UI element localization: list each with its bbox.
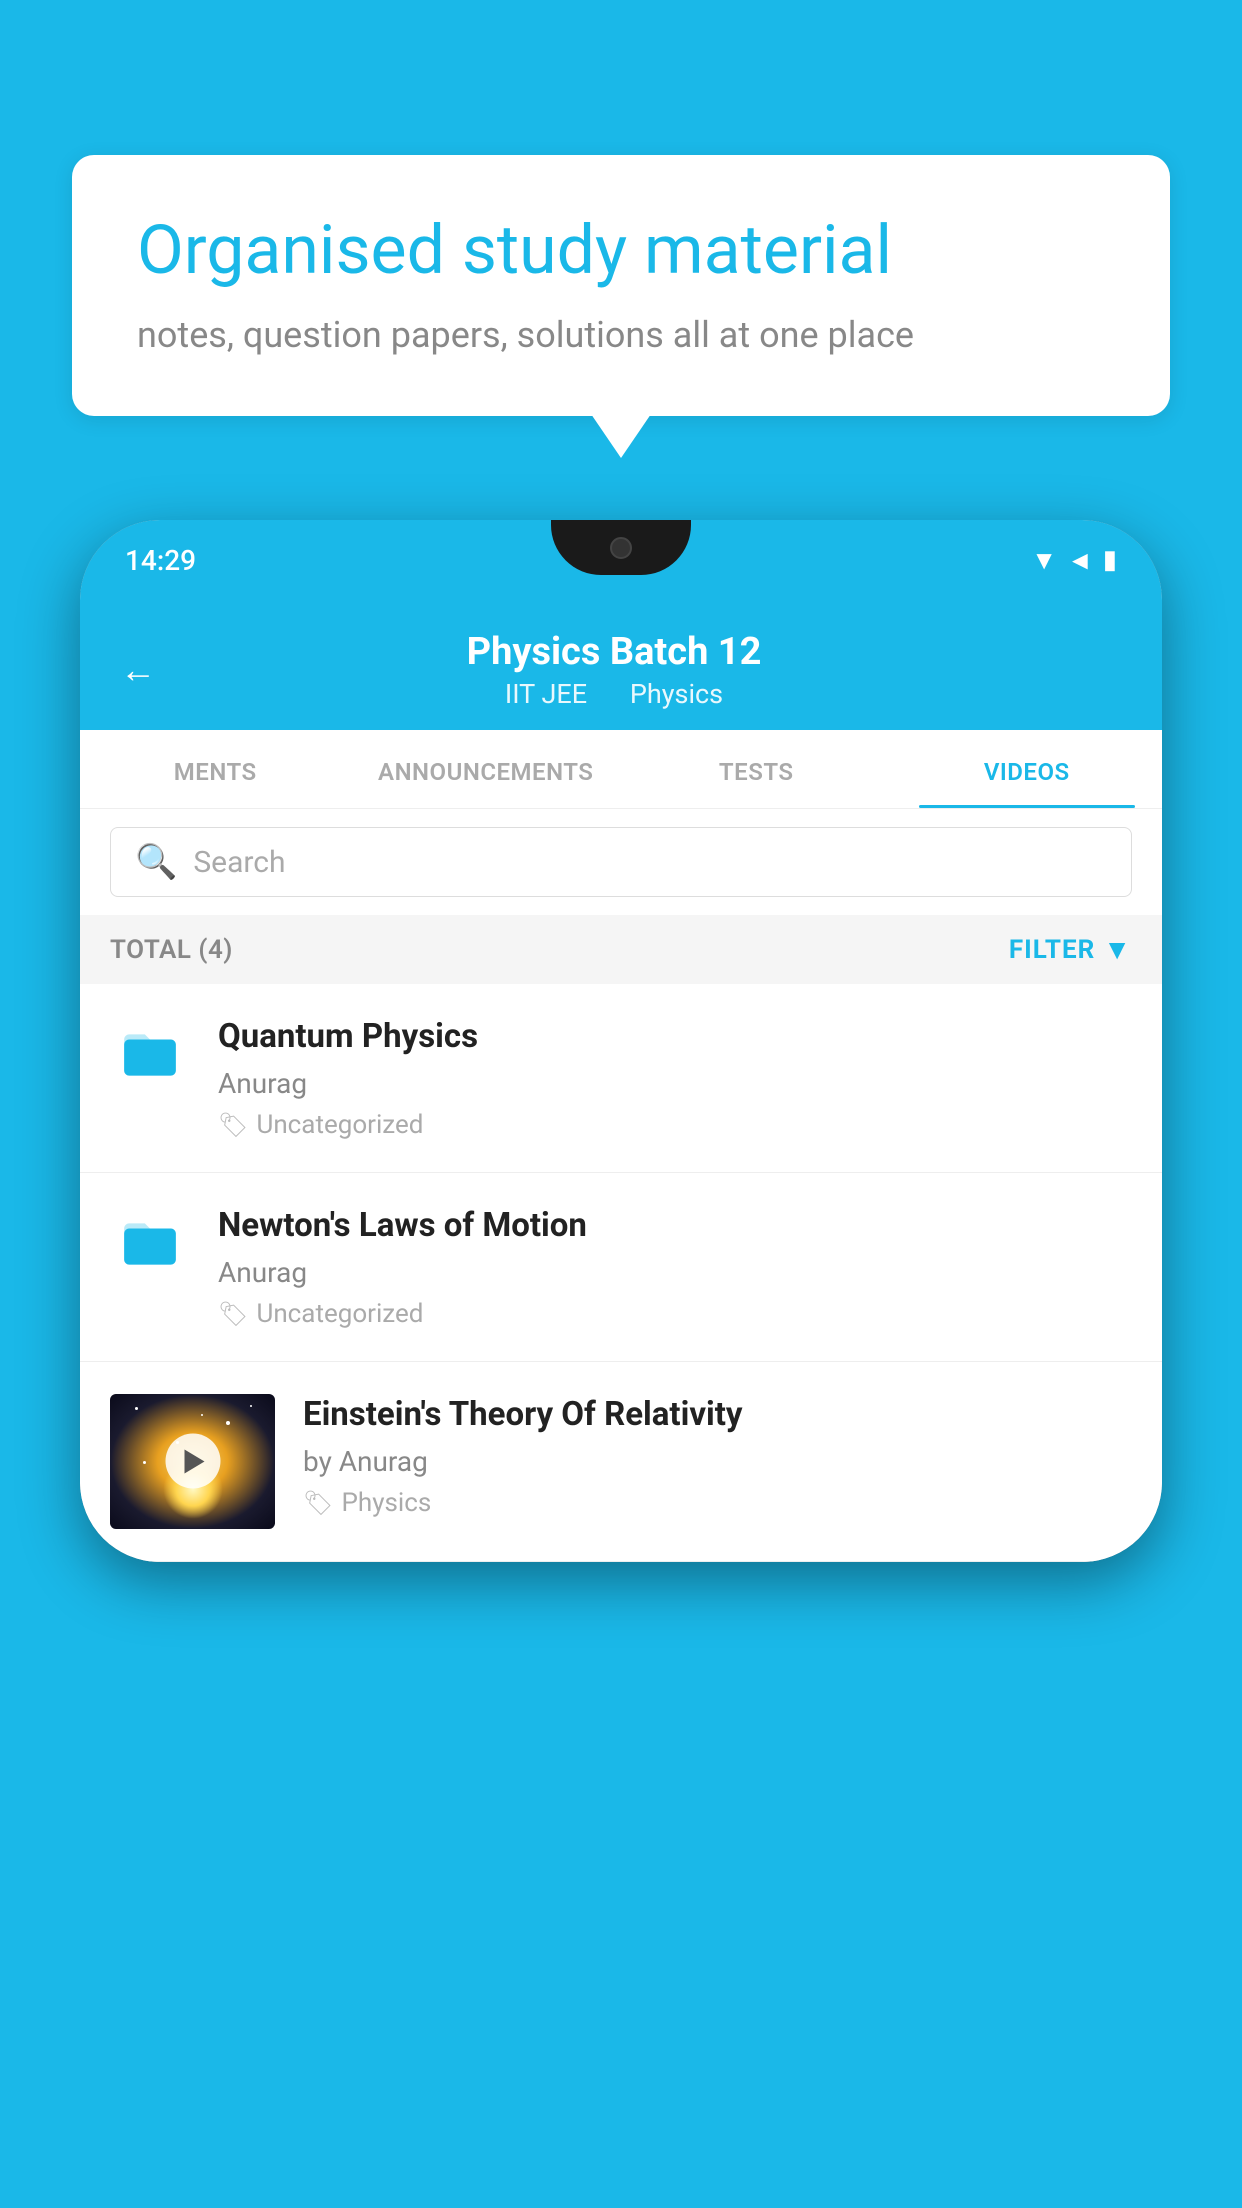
signal-icon: ◄ [1067, 545, 1093, 576]
video-title-2: Newton's Laws of Motion [218, 1205, 1132, 1248]
video-tag-3: 🏷 Physics [303, 1488, 1132, 1518]
tab-tests[interactable]: TESTS [621, 730, 892, 808]
status-time: 14:29 [125, 544, 196, 577]
folder-icon-2 [119, 1213, 181, 1286]
battery-icon: ▮ [1103, 545, 1117, 575]
video-item-3[interactable]: Einstein's Theory Of Relativity by Anura… [80, 1362, 1162, 1562]
filter-button[interactable]: FILTER ▼ [1009, 933, 1132, 966]
video-author-1: Anurag [218, 1067, 1132, 1100]
wifi-icon: ▼ [1031, 545, 1057, 576]
filter-label: FILTER [1009, 935, 1095, 965]
filter-funnel-icon: ▼ [1103, 933, 1132, 966]
play-triangle-icon [185, 1449, 205, 1473]
tag-icon-2: 🏷 [218, 1300, 248, 1328]
speech-bubble-title: Organised study material [137, 210, 1105, 292]
video-list: Quantum Physics Anurag 🏷 Uncategorized [80, 984, 1162, 1562]
tag-label-2: Uncategorized [256, 1299, 423, 1329]
filter-row: TOTAL (4) FILTER ▼ [80, 915, 1162, 984]
tab-ments[interactable]: MENTS [80, 730, 351, 808]
folder-icon-1 [119, 1024, 181, 1097]
app-header: ← Physics Batch 12 IIT JEE Physics [80, 600, 1162, 730]
front-camera [610, 537, 632, 559]
tabs-bar: MENTS ANNOUNCEMENTS TESTS VIDEOS [80, 730, 1162, 809]
total-count-label: TOTAL (4) [110, 935, 233, 965]
speech-bubble-wrapper: Organised study material notes, question… [72, 155, 1170, 416]
einstein-thumbnail [110, 1394, 275, 1529]
batch-subtitle: IIT JEE Physics [186, 678, 1042, 710]
header-title-block: Physics Batch 12 IIT JEE Physics [186, 630, 1042, 710]
video-info-2: Newton's Laws of Motion Anurag 🏷 Uncateg… [218, 1205, 1132, 1329]
status-bar: 14:29 ▼ ◄ ▮ [80, 520, 1162, 600]
tag-icon-3: 🏷 [303, 1489, 333, 1517]
video-item-2[interactable]: Newton's Laws of Motion Anurag 🏷 Uncateg… [80, 1173, 1162, 1362]
phone-wrapper: 14:29 ▼ ◄ ▮ ← Physics Batch 12 IIT JEE [80, 520, 1162, 1562]
tag-label-3: Physics [341, 1488, 431, 1518]
phone-notch [551, 520, 691, 575]
batch-subject: Physics [630, 678, 723, 710]
tab-videos[interactable]: VIDEOS [892, 730, 1163, 808]
search-placeholder: Search [193, 845, 285, 880]
video-item-1[interactable]: Quantum Physics Anurag 🏷 Uncategorized [80, 984, 1162, 1173]
video-tag-1: 🏷 Uncategorized [218, 1110, 1132, 1140]
video-info-3: Einstein's Theory Of Relativity by Anura… [303, 1394, 1132, 1518]
tag-icon-1: 🏷 [218, 1111, 248, 1139]
video-info-1: Quantum Physics Anurag 🏷 Uncategorized [218, 1016, 1132, 1140]
tag-label-1: Uncategorized [256, 1110, 423, 1140]
tab-announcements[interactable]: ANNOUNCEMENTS [351, 730, 622, 808]
video-title-1: Quantum Physics [218, 1016, 1132, 1059]
batch-category: IIT JEE [505, 678, 587, 710]
status-icons: ▼ ◄ ▮ [1031, 545, 1117, 576]
speech-bubble: Organised study material notes, question… [72, 155, 1170, 416]
folder-icon-wrap-2 [110, 1205, 190, 1286]
speech-bubble-subtitle: notes, question papers, solutions all at… [137, 314, 1105, 356]
search-container: 🔍 Search [80, 809, 1162, 915]
video-title-3: Einstein's Theory Of Relativity [303, 1394, 1132, 1437]
search-icon: 🔍 [135, 842, 177, 882]
phone-screen: 14:29 ▼ ◄ ▮ ← Physics Batch 12 IIT JEE [80, 520, 1162, 1562]
batch-title: Physics Batch 12 [186, 630, 1042, 674]
video-author-2: Anurag [218, 1256, 1132, 1289]
video-tag-2: 🏷 Uncategorized [218, 1299, 1132, 1329]
video-author-3: by Anurag [303, 1445, 1132, 1478]
folder-icon-wrap-1 [110, 1016, 190, 1097]
back-button[interactable]: ← [120, 649, 156, 691]
play-button[interactable] [165, 1434, 220, 1489]
search-bar[interactable]: 🔍 Search [110, 827, 1132, 897]
phone-device: 14:29 ▼ ◄ ▮ ← Physics Batch 12 IIT JEE [80, 520, 1162, 1562]
